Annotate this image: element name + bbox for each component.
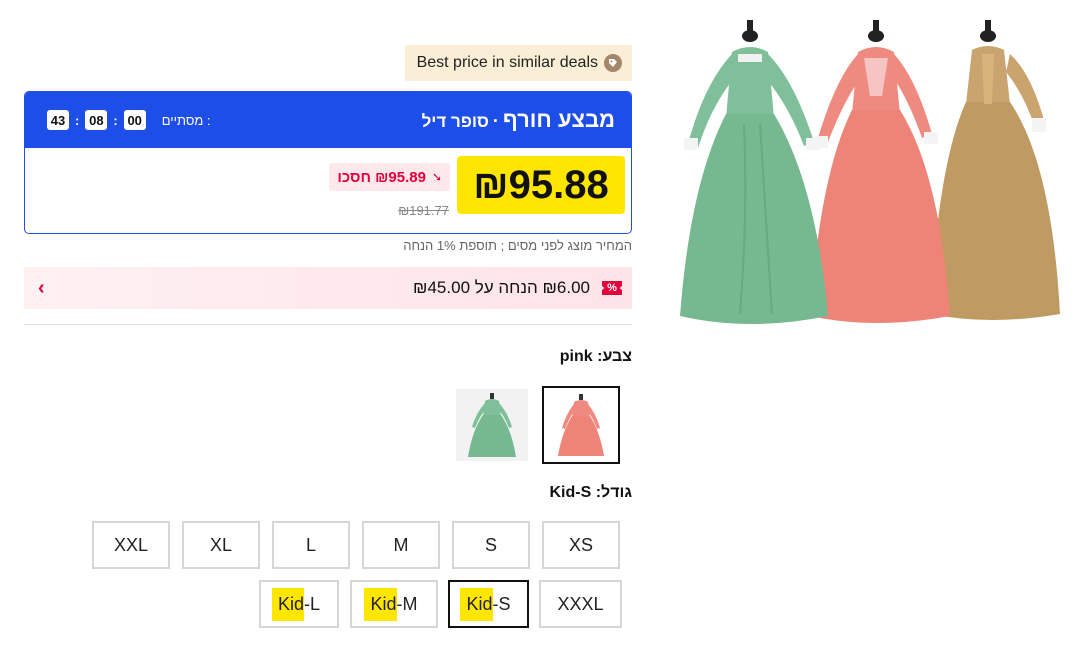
size-value: Kid-S: [549, 484, 592, 501]
deal-title-sub: סופר דיל: [421, 112, 489, 131]
tag-icon: [604, 54, 622, 72]
size-option-xxxl[interactable]: XXXL: [539, 580, 622, 628]
size-option-label: L: [305, 534, 316, 555]
timer-ends-label: מסתיים :: [161, 112, 211, 128]
gold-dress: [930, 20, 1060, 320]
chevron-left-icon[interactable]: ‹: [38, 277, 45, 300]
arrow-down-icon: ➘: [431, 170, 442, 184]
size-option-l[interactable]: L: [272, 521, 350, 569]
timer-separator: :: [113, 112, 118, 128]
size-option-xxl[interactable]: XXL: [92, 521, 170, 569]
size-option-kid-s[interactable]: Kid -S: [448, 580, 529, 628]
kid-highlight: Kid: [271, 587, 304, 621]
divider: [24, 324, 632, 325]
size-option-label: XXL: [113, 534, 149, 555]
current-price: ₪95.88: [457, 156, 625, 214]
product-image[interactable]: [660, 14, 1080, 334]
size-option-kid-l[interactable]: Kid -L: [259, 580, 339, 628]
tax-note: המחיר מוצג לפני מסים ; תוספת 1% הנחה: [403, 238, 632, 253]
size-label: גודל:: [595, 484, 632, 501]
timer-seconds: 43: [47, 110, 69, 130]
savings-text: ₪95.89 חסכו: [337, 168, 426, 186]
pink-dress-thumb: [558, 394, 604, 456]
green-dress: [680, 20, 828, 324]
deal-title-separator: ·: [492, 111, 499, 131]
size-option-xl[interactable]: XL: [182, 521, 260, 569]
color-label: צבע:: [597, 348, 632, 365]
size-option-kid-m[interactable]: Kid -M: [350, 580, 438, 628]
coupon-content: % ₪6.00 הנחה על ₪45.00: [413, 278, 622, 298]
size-option-s[interactable]: S: [452, 521, 530, 569]
color-swatch-pink[interactable]: [542, 386, 620, 464]
size-option-m[interactable]: M: [362, 521, 440, 569]
size-option-suffix: -M: [396, 593, 418, 614]
deal-box: 43 : 08 : 00 מסתיים : מבצע חורף · סופר ד…: [24, 91, 632, 234]
countdown-timer: 43 : 08 : 00 מסתיים :: [47, 110, 211, 130]
savings-badge: ➘ ₪95.89 חסכו: [329, 163, 450, 191]
best-price-label: Best price in similar deals: [416, 54, 598, 71]
timer-minutes: 08: [85, 110, 108, 130]
best-price-badge[interactable]: Best price in similar deals: [404, 45, 632, 81]
color-value: pink: [559, 348, 593, 365]
size-option-label: XL: [209, 534, 233, 555]
size-label-row: גודל: Kid-S: [549, 484, 632, 502]
size-option-label: XS: [568, 534, 593, 555]
deal-title-main: מבצע חורף: [502, 107, 615, 132]
color-label-row: צבע: pink: [560, 348, 632, 366]
coupon-percent-icon: %: [602, 281, 622, 295]
green-dress-thumb: [468, 393, 516, 457]
size-option-suffix: -L: [304, 593, 321, 614]
original-price: ₪191.77: [398, 203, 449, 218]
pink-dress: [810, 20, 950, 323]
deal-header: 43 : 08 : 00 מסתיים : מבצע חורף · סופר ד…: [25, 92, 631, 148]
size-option-label: M: [393, 534, 409, 555]
coupon-bar[interactable]: ‹ % ₪6.00 הנחה על ₪45.00: [24, 267, 632, 309]
timer-hours: 00: [123, 110, 146, 130]
deal-title: מבצע חורף · סופר דיל: [422, 107, 615, 133]
timer-separator: :: [75, 112, 80, 128]
size-option-label: S: [484, 534, 497, 555]
size-option-label: XXXL: [557, 593, 604, 614]
product-photo-dresses: [680, 20, 1060, 324]
size-option-suffix: -S: [492, 593, 511, 614]
size-option-xs[interactable]: XS: [542, 521, 620, 569]
kid-highlight: Kid: [460, 587, 493, 621]
color-swatch-green[interactable]: [456, 389, 528, 461]
coupon-text: ₪6.00 הנחה על ₪45.00: [413, 278, 590, 297]
price-row: ₪95.88 ➘ ₪95.89 חסכו ₪191.77: [25, 148, 631, 233]
kid-highlight: Kid: [364, 587, 397, 621]
